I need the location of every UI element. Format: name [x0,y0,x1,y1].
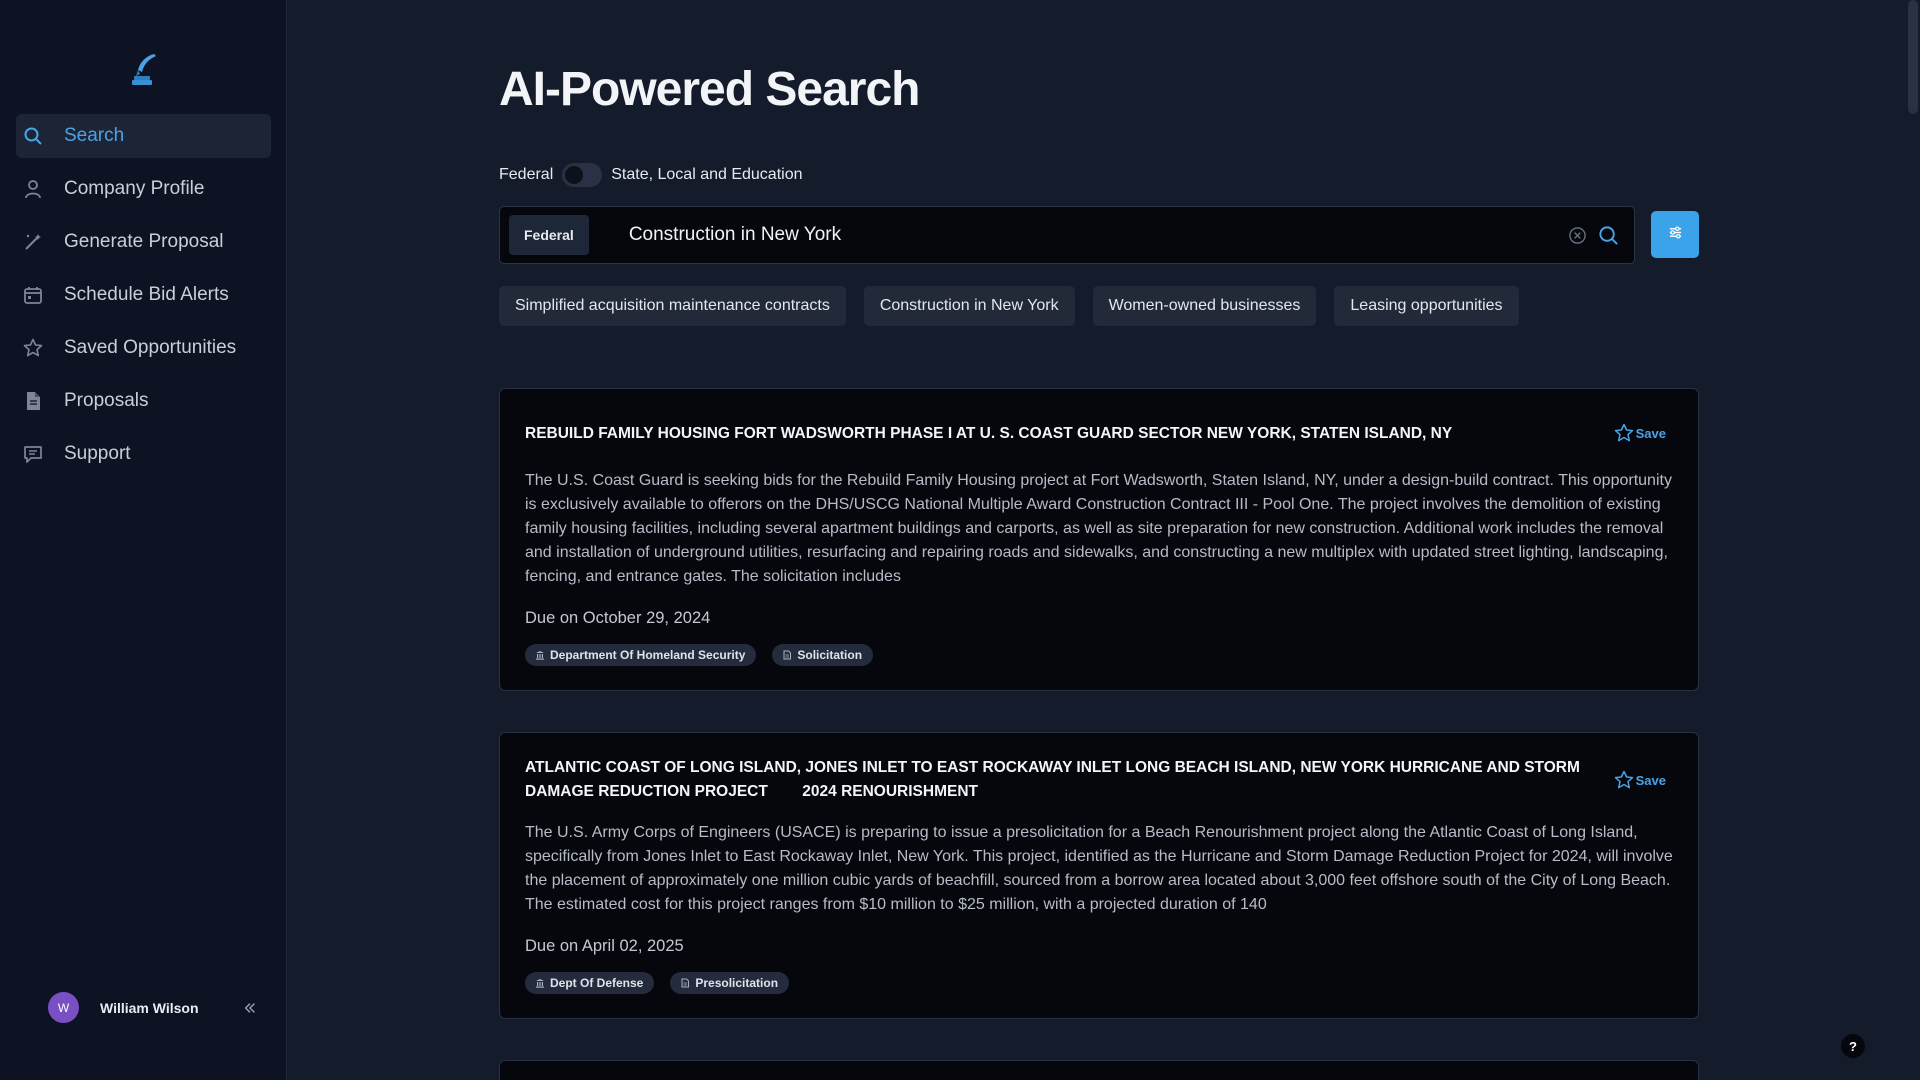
sidebar-item-proposals[interactable]: Proposals [16,379,271,423]
scrollbar[interactable] [1908,0,1918,114]
type-tag: Solicitation [772,644,874,666]
market-toggle: Federal State, Local and Education [499,163,803,187]
calendar-icon [22,284,44,306]
toggle-right-label: State, Local and Education [611,166,803,183]
type-label: Solicitation [797,648,863,662]
chat-icon [22,443,44,465]
result-description: The U.S. Army Corps of Engineers (USACE)… [525,824,1673,913]
star-icon [22,337,44,359]
sidebar-item-label: Saved Opportunities [64,337,237,358]
sidebar-nav: Search Company Profile Generate Proposal… [16,114,271,485]
clear-icon[interactable] [1566,224,1588,246]
agency-label: Department Of Homeland Security [550,648,746,662]
user-profile[interactable]: W William Wilson [48,992,258,1023]
result-card[interactable]: REBUILD FAMILY HOUSING FORT WADSWORTH PH… [499,388,1699,691]
save-button[interactable]: Save [1614,423,1666,443]
agency-tag: Department Of Homeland Security [525,644,757,666]
agency-tag: Dept Of Defense [525,972,655,994]
page-title: AI-Powered Search [499,63,920,116]
result-card[interactable]: ATLANTIC COAST OF LONG ISLAND, JONES INL… [499,732,1699,1019]
building-icon [536,651,544,660]
type-tag: Presolicitation [670,972,790,994]
result-title[interactable]: REBUILD FAMILY HOUSING FORT WADSWORTH PH… [525,422,1585,446]
sidebar-item-label: Proposals [64,390,149,411]
sliders-icon [1668,225,1683,245]
result-title[interactable]: ATLANTIC COAST OF LONG ISLAND, JONES INL… [525,756,1585,804]
result-tags: Department Of Homeland Security Solicita… [525,644,889,666]
due-date: Due on April 02, 2025 [525,937,684,955]
main-content: AI-Powered Search Federal State, Local a… [287,0,1920,1080]
file-icon [681,978,690,988]
user-icon [22,178,44,200]
user-name: William Wilson [100,999,199,1016]
sidebar-item-label: Support [64,443,131,464]
result-card[interactable] [499,1060,1699,1080]
quill-logo-icon[interactable] [128,52,160,86]
star-icon [1614,423,1633,442]
suggestion-chip[interactable]: Construction in New York [863,286,1075,326]
save-label: Save [1635,425,1666,441]
document-icon [22,390,44,412]
switch-knob [565,166,584,184]
save-label: Save [1635,772,1666,788]
collapse-sidebar-icon[interactable] [242,1000,258,1016]
toggle-left-label: Federal [499,166,554,183]
sidebar-item-label: Schedule Bid Alerts [64,284,229,305]
magic-wand-icon [22,231,44,253]
agency-label: Dept Of Defense [550,976,644,990]
sidebar-item-label: Generate Proposal [64,231,224,252]
sidebar: Search Company Profile Generate Proposal… [0,0,287,1080]
sidebar-item-generate-proposal[interactable]: Generate Proposal [16,220,271,264]
file-icon [783,650,792,660]
result-description: The U.S. Coast Guard is seeking bids for… [525,472,1672,585]
suggestion-chip[interactable]: Women-owned businesses [1092,286,1317,326]
due-date: Due on October 29, 2024 [525,609,711,627]
search-icon[interactable] [1597,224,1619,246]
avatar: W [48,992,79,1023]
search-bar: Federal [499,206,1635,264]
sidebar-item-label: Company Profile [64,178,205,199]
result-tags: Dept Of Defense Presolicitation [525,972,805,994]
sidebar-item-saved-opportunities[interactable]: Saved Opportunities [16,326,271,370]
sidebar-item-support[interactable]: Support [16,432,271,476]
sidebar-item-label: Search [64,125,125,146]
star-icon [1614,770,1633,789]
search-input[interactable] [628,224,1566,246]
save-button[interactable]: Save [1614,770,1666,790]
help-button[interactable]: ? [1841,1034,1865,1058]
market-switch[interactable] [562,163,603,187]
suggestion-chips: Simplified acquisition maintenance contr… [499,286,1537,326]
sidebar-item-company-profile[interactable]: Company Profile [16,167,271,211]
sidebar-item-schedule-bid-alerts[interactable]: Schedule Bid Alerts [16,273,271,317]
search-scope-badge[interactable]: Federal [509,215,589,255]
building-icon [536,979,544,988]
sidebar-item-search[interactable]: Search [16,114,271,158]
type-label: Presolicitation [695,976,779,990]
app: Search Company Profile Generate Proposal… [0,0,1920,1080]
filter-button[interactable] [1651,211,1699,258]
suggestion-chip[interactable]: Leasing opportunities [1334,286,1519,326]
suggestion-chip[interactable]: Simplified acquisition maintenance contr… [499,286,846,326]
search-icon [22,125,44,147]
